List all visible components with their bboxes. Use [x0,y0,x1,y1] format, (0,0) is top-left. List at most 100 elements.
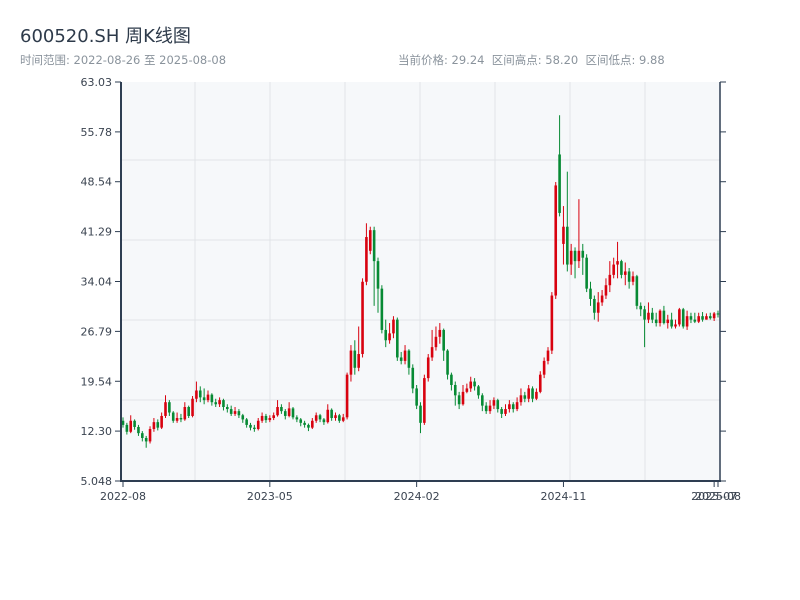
candle-body [353,350,357,368]
x-tick-label: 2023-05 [247,490,293,503]
candle-body [144,437,148,442]
candle-body [643,309,646,320]
y-tick-label: 19.54 [81,375,113,388]
candle-body [538,374,542,392]
candle-body [620,261,623,275]
candle-body [442,329,445,351]
candle-body [388,333,391,341]
candle-body [654,319,658,324]
candle [423,374,426,425]
candle-body [268,418,272,421]
candle-body [670,319,673,327]
candle-body [264,415,268,421]
candle-body [392,319,395,334]
candle-body [187,407,190,416]
candle [361,278,364,358]
y-tick-label: 48.54 [81,176,113,189]
candle-body [523,395,527,399]
candle-body [253,427,256,430]
candle-body [179,418,183,420]
candle-body [453,384,457,396]
candle-body [600,295,604,303]
candle [345,372,349,420]
candle-body [446,350,449,375]
candle-body [712,313,716,319]
candle-body [318,415,322,420]
candle [426,354,430,382]
candle-body [701,316,704,320]
candle-body [299,419,303,423]
candle-body [191,398,194,416]
candle-body [465,388,469,392]
candle-body [708,316,712,319]
candle-body [168,402,171,413]
candle-body [164,402,167,416]
candle-body [372,230,376,262]
y-tick-label: 41.29 [81,226,113,239]
candle-body [175,418,179,421]
candle-body [558,154,561,213]
candle-body [322,419,326,423]
candle-body [121,420,125,425]
candle-body [245,419,248,425]
candle-body [368,230,372,251]
candle-body [693,319,697,322]
candle [678,307,681,327]
candle-body [222,400,225,408]
candle-body [260,415,264,421]
candle-body [384,329,388,341]
candle-body [218,400,221,405]
candle [380,285,384,334]
candle-body [399,357,403,361]
candle-body [229,409,233,414]
candle [585,254,588,293]
candle-body [148,429,152,442]
x-tick-label: 2022-08 [100,490,146,503]
candle-body [562,226,565,244]
candle-body [546,350,550,361]
candle-body [341,417,345,421]
candle-body [651,312,654,320]
candle-body [666,319,670,324]
candle-body [697,316,700,322]
candle-body [716,313,720,315]
candle-body [457,395,461,405]
candle [681,307,685,329]
candle-body [214,402,218,405]
candle-body [608,274,612,286]
candle-body [623,271,627,275]
candle-body [631,276,635,282]
candle-body [508,404,511,410]
candle-body [492,400,496,406]
candle-body [515,402,519,410]
candle-body [307,424,310,428]
candle-body [635,276,639,306]
candle-body [685,316,689,327]
candle-body [237,411,241,416]
candle-body [438,329,442,337]
candle-body [519,395,523,403]
candle-body [542,360,546,375]
candle-body [647,312,650,320]
candle-body [434,336,438,348]
candle-body [141,433,144,438]
candle [368,226,372,255]
candle-body [527,388,530,399]
candle-body [477,386,480,396]
candlestick-chart: 63.03 55.78 48.54 41.29 34.04 26.79 19.54 12.30… [81,76,741,503]
candle-body [357,354,360,368]
candle-body [156,422,160,428]
candle-body [411,367,415,389]
candle-body [198,390,202,398]
candle-body [403,350,407,361]
candle-body [577,250,581,262]
candle-body [569,250,573,265]
candle-body [662,310,666,324]
candle-body [473,381,476,387]
candle-body [681,309,685,327]
candle-body [481,395,484,406]
candle-body [326,409,330,423]
candle-body [596,302,600,313]
candle-body [407,350,411,368]
candle-body [338,415,341,421]
